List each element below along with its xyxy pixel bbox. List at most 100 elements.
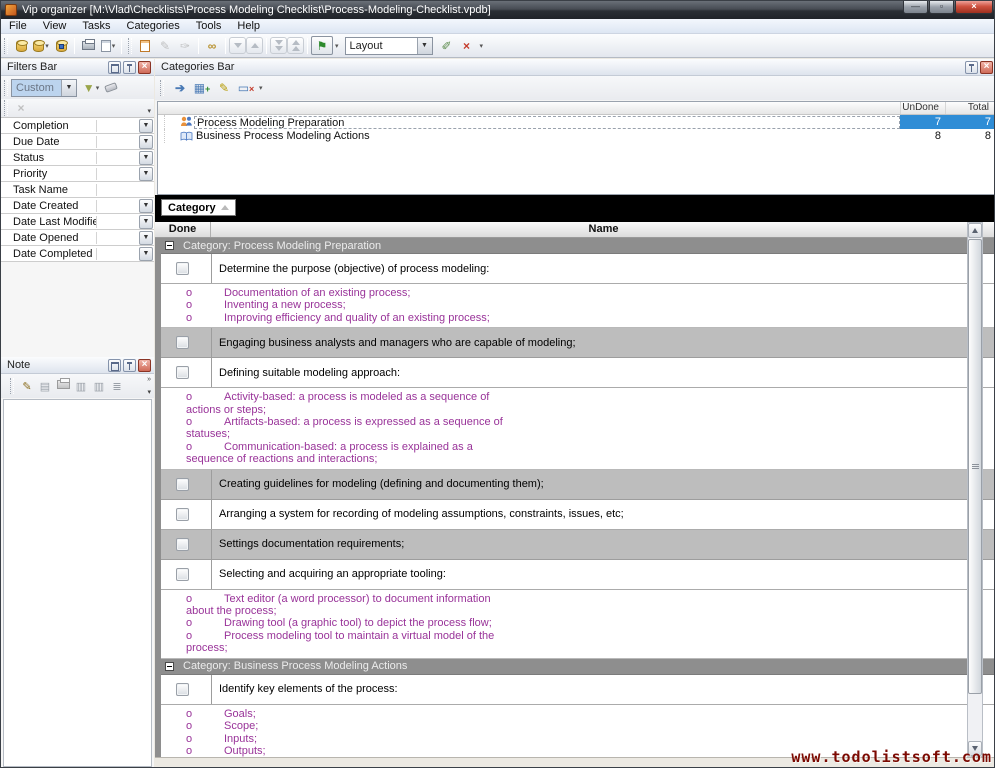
note-pin-button[interactable]	[123, 359, 136, 372]
filter-row[interactable]: Date Last Modifie ▼	[1, 214, 154, 230]
group-header-row[interactable]: Category: Business Process Modeling Acti…	[161, 659, 995, 675]
filters-toolbar2-grip[interactable]	[4, 100, 8, 116]
filter-row[interactable]: Completion ▼	[1, 118, 154, 134]
categories-bar-header[interactable]: Categories Bar	[155, 59, 995, 76]
filter-row[interactable]: Due Date ▼	[1, 134, 154, 150]
filter-value-cell[interactable]	[97, 230, 139, 245]
done-column-header[interactable]: Done	[155, 222, 211, 237]
print-button[interactable]	[78, 36, 98, 56]
switch-view-button[interactable]: ➔	[171, 81, 189, 95]
task-row[interactable]: Engaging business analysts and managers …	[161, 328, 995, 358]
filters-overflow-caret[interactable]: ▾	[147, 107, 151, 115]
name-column-header[interactable]: Name	[211, 222, 995, 237]
filter-preset-combo[interactable]: Custom ▼	[11, 79, 77, 97]
task-checkbox[interactable]	[176, 262, 189, 275]
category-row[interactable]: Business Process Modeling Actions 8 8	[158, 129, 995, 143]
filter-row[interactable]: Priority ▼	[1, 166, 154, 182]
move-up-button[interactable]	[246, 37, 263, 54]
filter-dropdown-button[interactable]: ▼	[139, 167, 153, 181]
highlight-dropdown-caret[interactable]: ▾	[335, 42, 339, 50]
apply-filter-button[interactable]: ▼▾	[81, 78, 101, 98]
note-overflow-caret[interactable]: »	[147, 376, 151, 383]
toolbar-grip2[interactable]	[128, 38, 132, 54]
menu-item-categories[interactable]: Categories	[119, 19, 188, 33]
filter-value-cell[interactable]	[97, 246, 139, 261]
menu-item-help[interactable]: Help	[229, 19, 268, 33]
delete-layout-button[interactable]: ×	[457, 36, 477, 56]
filter-row[interactable]: Date Completed ▼	[1, 246, 154, 262]
view-tasks-button[interactable]: ∞	[202, 36, 222, 56]
menu-item-view[interactable]: View	[35, 19, 75, 33]
total-column-header[interactable]: Total	[945, 102, 995, 114]
filter-row[interactable]: Date Created ▼	[1, 198, 154, 214]
categories-overflow-caret[interactable]: ▾	[259, 84, 263, 92]
title-bar[interactable]: Vip organizer [M:\Vlad\Checklists\Proces…	[1, 1, 995, 19]
subitems-block[interactable]: oDocumentation of an existing process;oI…	[161, 284, 995, 328]
filter-dropdown-button[interactable]: ▼	[139, 231, 153, 245]
save-database-button[interactable]	[51, 36, 71, 56]
filter-dropdown-button[interactable]: ▼	[139, 151, 153, 165]
category-name[interactable]: Process Modeling Preparation	[194, 116, 900, 129]
note-overflow-caret2[interactable]: ▾	[147, 388, 151, 396]
task-checkbox[interactable]	[176, 683, 189, 696]
filter-dropdown-button[interactable]: ▼	[139, 135, 153, 149]
task-row[interactable]: Settings documentation requirements;	[161, 530, 995, 560]
task-row[interactable]: Creating guidelines for modeling (defini…	[161, 470, 995, 500]
vertical-scrollbar[interactable]	[967, 222, 983, 757]
scrollbar-thumb[interactable]	[968, 239, 982, 694]
task-checkbox[interactable]	[176, 478, 189, 491]
filter-dropdown-button[interactable]: ▼	[139, 199, 153, 213]
task-checkbox[interactable]	[176, 568, 189, 581]
undone-column-header[interactable]: UnDone	[900, 102, 945, 114]
new-task-button[interactable]	[135, 36, 155, 56]
task-checkbox[interactable]	[176, 508, 189, 521]
edit-category-button[interactable]: ✎	[215, 81, 233, 95]
categories-pin-button[interactable]	[965, 61, 978, 74]
filter-value-cell[interactable]	[97, 198, 139, 213]
print-preview-button[interactable]: ▾	[98, 36, 118, 56]
filter-value-cell[interactable]	[97, 134, 139, 149]
task-row[interactable]: Selecting and acquiring an appropriate t…	[161, 560, 995, 590]
filter-dropdown-button[interactable]: ▼	[139, 247, 153, 261]
clear-filter-button[interactable]	[101, 78, 121, 98]
task-row[interactable]: Arranging a system for recording of mode…	[161, 500, 995, 530]
toolbar-overflow-caret[interactable]: ▾	[480, 42, 484, 50]
add-category-button[interactable]: ▦+	[193, 81, 211, 95]
open-database-button[interactable]: ▾	[31, 36, 51, 56]
note-content-area[interactable]	[3, 399, 152, 767]
note-toolbar-grip[interactable]	[10, 378, 14, 394]
layout-combo[interactable]: Layout ▼	[345, 37, 433, 55]
filter-value-cell[interactable]	[97, 118, 139, 133]
filters-bar-header[interactable]: Filters Bar	[1, 59, 154, 76]
move-bottom-button[interactable]	[270, 37, 287, 54]
collapse-icon[interactable]	[165, 662, 174, 671]
subitems-block[interactable]: oActivity-based: a process is modeled as…	[161, 388, 995, 469]
menu-item-tools[interactable]: Tools	[188, 19, 230, 33]
highlight-button[interactable]: ⚑	[311, 36, 333, 55]
group-header-row[interactable]: Category: Process Modeling Preparation	[161, 238, 995, 254]
filters-restore-button[interactable]	[108, 61, 121, 74]
note-bullet-list-button[interactable]: ≣	[109, 380, 125, 393]
filter-value-cell[interactable]	[97, 150, 139, 165]
new-database-button[interactable]	[11, 36, 31, 56]
close-button[interactable]: ×	[955, 1, 993, 14]
filter-dropdown-button[interactable]: ▼	[139, 215, 153, 229]
category-row[interactable]: Process Modeling Preparation 7 7	[158, 115, 995, 129]
filter-dropdown-button[interactable]: ▼	[139, 119, 153, 133]
task-checkbox[interactable]	[176, 366, 189, 379]
collapse-icon[interactable]	[165, 241, 174, 250]
apply-layout-button[interactable]: ✐	[437, 36, 457, 56]
note-print-button[interactable]	[55, 380, 71, 392]
note-edit-button[interactable]: ✎	[19, 380, 35, 393]
note-header[interactable]: Note	[1, 357, 154, 374]
note-align-right-button[interactable]: ▥	[91, 380, 107, 393]
filter-row[interactable]: Task Name	[1, 182, 154, 198]
filters-close-button[interactable]	[138, 61, 151, 74]
categories-close-button[interactable]	[980, 61, 993, 74]
filter-row[interactable]: Date Opened ▼	[1, 230, 154, 246]
task-checkbox[interactable]	[176, 538, 189, 551]
move-down-button[interactable]	[229, 37, 246, 54]
filter-preset-arrow[interactable]: ▼	[61, 80, 76, 96]
maximize-button[interactable]: ▫	[929, 1, 954, 14]
task-checkbox[interactable]	[176, 336, 189, 349]
